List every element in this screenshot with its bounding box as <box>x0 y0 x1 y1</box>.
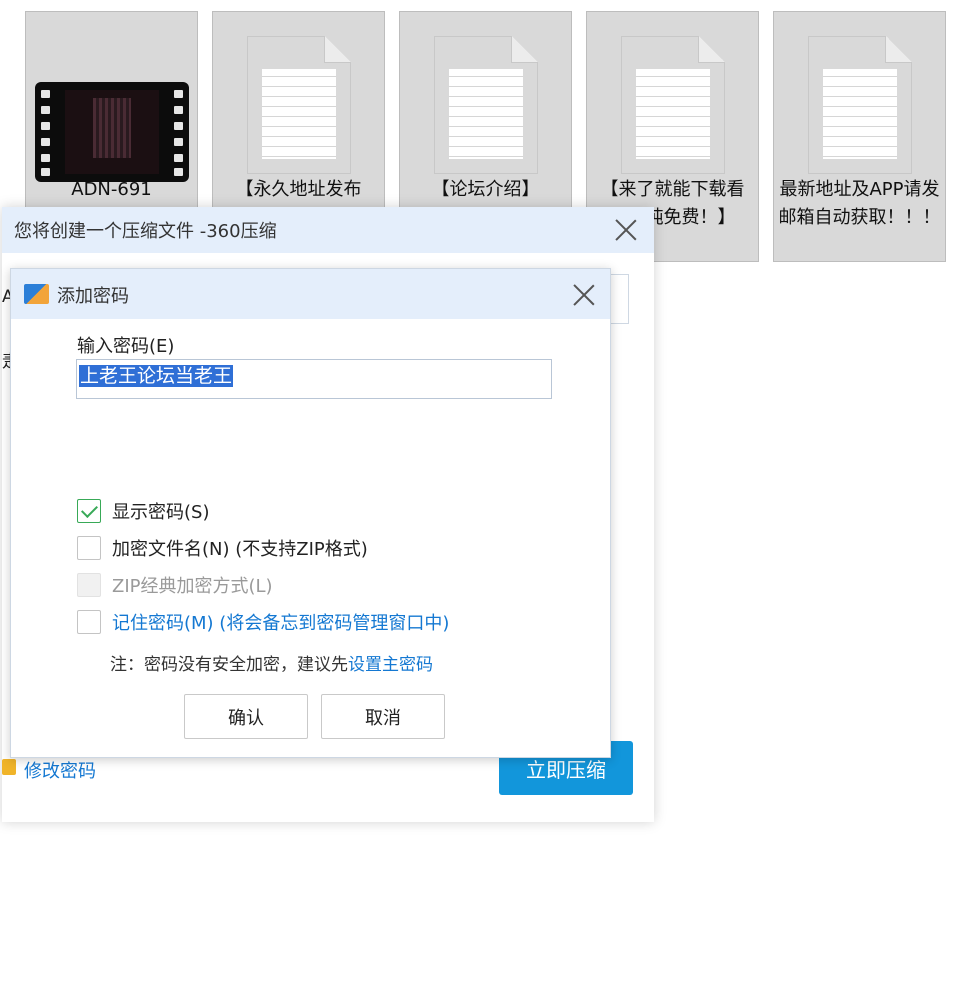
file-name: 【论坛介绍】 <box>431 179 540 200</box>
text-file-icon <box>587 22 758 174</box>
encrypt-filenames-label: 加密文件名(N) (不支持ZIP格式) <box>112 539 368 560</box>
encrypt-filenames-option[interactable]: 加密文件名(N) (不支持ZIP格式) <box>77 534 368 562</box>
text-file-icon <box>213 22 384 174</box>
show-password-option[interactable]: 显示密码(S) <box>77 497 209 525</box>
zip-classic-option: ZIP经典加密方式(L) <box>77 571 273 599</box>
password-input[interactable]: 上老王论坛当老王 <box>76 359 552 399</box>
password-value: 上老王论坛当老王 <box>79 365 234 387</box>
add-password-dialog: 添加密码 输入密码(E) 上老王论坛当老王 显示密码(S) 加密文件名(N) (… <box>10 268 611 758</box>
zip-classic-label: ZIP经典加密方式(L) <box>112 576 273 597</box>
show-password-label: 显示密码(S) <box>112 502 210 523</box>
confirm-button[interactable]: 确认 <box>184 694 308 739</box>
lock-icon <box>2 759 16 775</box>
text-file-icon <box>774 22 945 174</box>
note-text: 注：密码没有安全加密，建议先 <box>110 655 348 675</box>
show-password-checkbox[interactable] <box>77 499 101 523</box>
video-file-icon <box>26 22 197 182</box>
dialog-titlebar[interactable]: 添加密码 <box>11 269 610 319</box>
password-input-label: 输入密码(E) <box>77 336 175 357</box>
encrypt-filenames-checkbox[interactable] <box>77 536 101 560</box>
remember-password-checkbox[interactable] <box>77 610 101 634</box>
file-name: ADN-691 <box>71 179 152 200</box>
remember-password-option[interactable]: 记住密码(M) (将会备忘到密码管理窗口中) <box>77 608 449 636</box>
remember-password-label: 记住密码(M) (将会备忘到密码管理窗口中) <box>112 613 450 634</box>
security-note: 注：密码没有安全加密，建议先设置主密码 <box>110 650 433 675</box>
text-file-icon <box>400 22 571 174</box>
close-icon[interactable] <box>614 218 638 242</box>
file-name: 最新地址及APP请发邮箱自动获取！！！ <box>778 179 941 228</box>
cancel-button[interactable]: 取消 <box>321 694 445 739</box>
dialog-title: 添加密码 <box>57 286 129 307</box>
zip-classic-checkbox <box>77 573 101 597</box>
set-master-password-link[interactable]: 设置主密码 <box>348 655 433 675</box>
modify-password-link[interactable]: 修改密码 <box>24 757 96 783</box>
archive-app-icon <box>24 284 49 304</box>
close-icon[interactable] <box>572 283 596 307</box>
file-tile-text[interactable]: 最新地址及APP请发邮箱自动获取！！！ <box>773 11 946 262</box>
window-title: 您将创建一个压缩文件 -360压缩 <box>14 221 277 242</box>
window-titlebar[interactable]: 您将创建一个压缩文件 -360压缩 <box>2 207 654 253</box>
file-name: 【永久地址发布 <box>235 179 362 200</box>
